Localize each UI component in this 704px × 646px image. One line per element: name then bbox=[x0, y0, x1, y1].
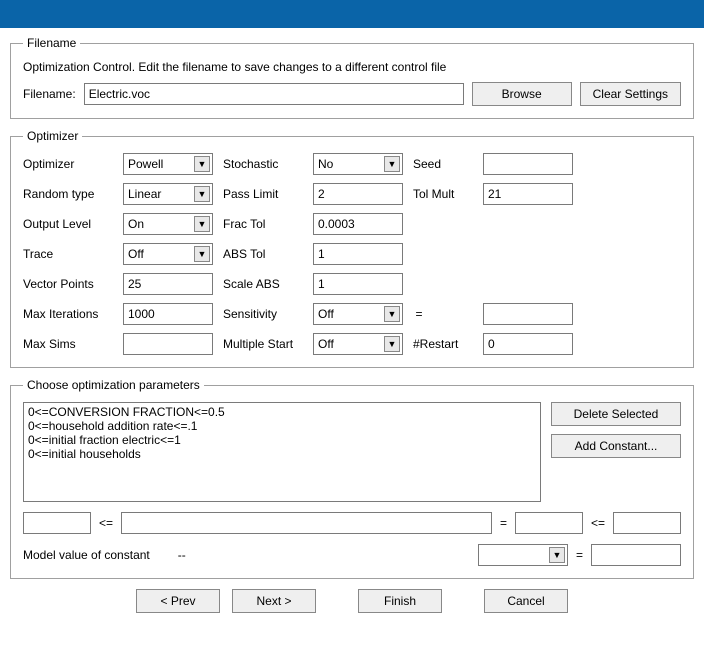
next-button[interactable]: Next > bbox=[232, 589, 316, 613]
sensitivity-equals: = bbox=[413, 307, 425, 321]
output-level-label: Output Level bbox=[23, 217, 113, 231]
upper-bound-input[interactable] bbox=[613, 512, 681, 534]
model-value-label: Model value of constant bbox=[23, 548, 150, 562]
constraint-expression-input[interactable] bbox=[121, 512, 492, 534]
trace-select[interactable]: Off▼ bbox=[123, 243, 213, 265]
seed-label: Seed bbox=[413, 157, 473, 171]
parameters-listbox[interactable]: 0<=CONVERSION FRACTION<=0.5 0<=household… bbox=[23, 402, 541, 502]
parameters-group: Choose optimization parameters 0<=CONVER… bbox=[10, 378, 694, 579]
optimizer-label: Optimizer bbox=[23, 157, 113, 171]
sensitivity-label: Sensitivity bbox=[223, 307, 303, 321]
list-item[interactable]: 0<=initial households bbox=[28, 447, 536, 461]
chevron-down-icon: ▼ bbox=[549, 547, 565, 563]
max-iterations-label: Max Iterations bbox=[23, 307, 113, 321]
stochastic-select[interactable]: No▼ bbox=[313, 153, 403, 175]
frac-tol-label: Frac Tol bbox=[223, 217, 303, 231]
add-constant-button[interactable]: Add Constant... bbox=[551, 434, 681, 458]
pass-limit-input[interactable] bbox=[313, 183, 403, 205]
chevron-down-icon: ▼ bbox=[384, 306, 400, 322]
optimizer-legend: Optimizer bbox=[23, 129, 82, 143]
scale-abs-input[interactable] bbox=[313, 273, 403, 295]
chevron-down-icon: ▼ bbox=[384, 336, 400, 352]
window-titlebar bbox=[0, 0, 704, 28]
optimizer-group: Optimizer Optimizer Powell▼ Stochastic N… bbox=[10, 129, 694, 368]
max-sims-label: Max Sims bbox=[23, 337, 113, 351]
sensitivity-value-input[interactable] bbox=[483, 303, 573, 325]
eq-symbol: = bbox=[500, 516, 507, 530]
max-sims-input[interactable] bbox=[123, 333, 213, 355]
wizard-buttons: < Prev Next > Finish Cancel bbox=[10, 589, 694, 613]
chevron-down-icon: ▼ bbox=[194, 216, 210, 232]
parameters-legend: Choose optimization parameters bbox=[23, 378, 204, 392]
tol-mult-input[interactable] bbox=[483, 183, 573, 205]
filename-legend: Filename bbox=[23, 36, 80, 50]
multiple-start-label: Multiple Start bbox=[223, 337, 303, 351]
filename-input[interactable] bbox=[84, 83, 464, 105]
chevron-down-icon: ▼ bbox=[194, 246, 210, 262]
pass-limit-label: Pass Limit bbox=[223, 187, 303, 201]
list-item[interactable]: 0<=initial fraction electric<=1 bbox=[28, 433, 536, 447]
chevron-down-icon: ▼ bbox=[194, 186, 210, 202]
cancel-button[interactable]: Cancel bbox=[484, 589, 568, 613]
delete-selected-button[interactable]: Delete Selected bbox=[551, 402, 681, 426]
model-eq-symbol: = bbox=[576, 548, 583, 562]
max-iterations-input[interactable] bbox=[123, 303, 213, 325]
abs-tol-input[interactable] bbox=[313, 243, 403, 265]
seed-input[interactable] bbox=[483, 153, 573, 175]
sensitivity-select[interactable]: Off▼ bbox=[313, 303, 403, 325]
restart-label: #Restart bbox=[413, 337, 473, 351]
filename-description: Optimization Control. Edit the filename … bbox=[23, 60, 681, 74]
vector-points-input[interactable] bbox=[123, 273, 213, 295]
le-symbol: <= bbox=[99, 516, 113, 530]
list-item[interactable]: 0<=CONVERSION FRACTION<=0.5 bbox=[28, 405, 536, 419]
restart-input[interactable] bbox=[483, 333, 573, 355]
stochastic-label: Stochastic bbox=[223, 157, 303, 171]
eq-value-input[interactable] bbox=[515, 512, 583, 534]
model-value-display: -- bbox=[178, 548, 186, 562]
lower-bound-input[interactable] bbox=[23, 512, 91, 534]
random-type-select[interactable]: Linear▼ bbox=[123, 183, 213, 205]
filename-group: Filename Optimization Control. Edit the … bbox=[10, 36, 694, 119]
frac-tol-input[interactable] bbox=[313, 213, 403, 235]
clear-settings-button[interactable]: Clear Settings bbox=[580, 82, 681, 106]
prev-button[interactable]: < Prev bbox=[136, 589, 220, 613]
optimizer-select[interactable]: Powell▼ bbox=[123, 153, 213, 175]
model-constant-select[interactable]: ▼ bbox=[478, 544, 568, 566]
tol-mult-label: Tol Mult bbox=[413, 187, 473, 201]
model-value-input[interactable] bbox=[591, 544, 681, 566]
vector-points-label: Vector Points bbox=[23, 277, 113, 291]
list-item[interactable]: 0<=household addition rate<=.1 bbox=[28, 419, 536, 433]
chevron-down-icon: ▼ bbox=[384, 156, 400, 172]
scale-abs-label: Scale ABS bbox=[223, 277, 303, 291]
dialog-content: Filename Optimization Control. Edit the … bbox=[0, 28, 704, 621]
random-type-label: Random type bbox=[23, 187, 113, 201]
finish-button[interactable]: Finish bbox=[358, 589, 442, 613]
abs-tol-label: ABS Tol bbox=[223, 247, 303, 261]
trace-label: Trace bbox=[23, 247, 113, 261]
filename-label: Filename: bbox=[23, 87, 76, 101]
le-symbol-2: <= bbox=[591, 516, 605, 530]
chevron-down-icon: ▼ bbox=[194, 156, 210, 172]
multiple-start-select[interactable]: Off▼ bbox=[313, 333, 403, 355]
browse-button[interactable]: Browse bbox=[472, 82, 572, 106]
output-level-select[interactable]: On▼ bbox=[123, 213, 213, 235]
